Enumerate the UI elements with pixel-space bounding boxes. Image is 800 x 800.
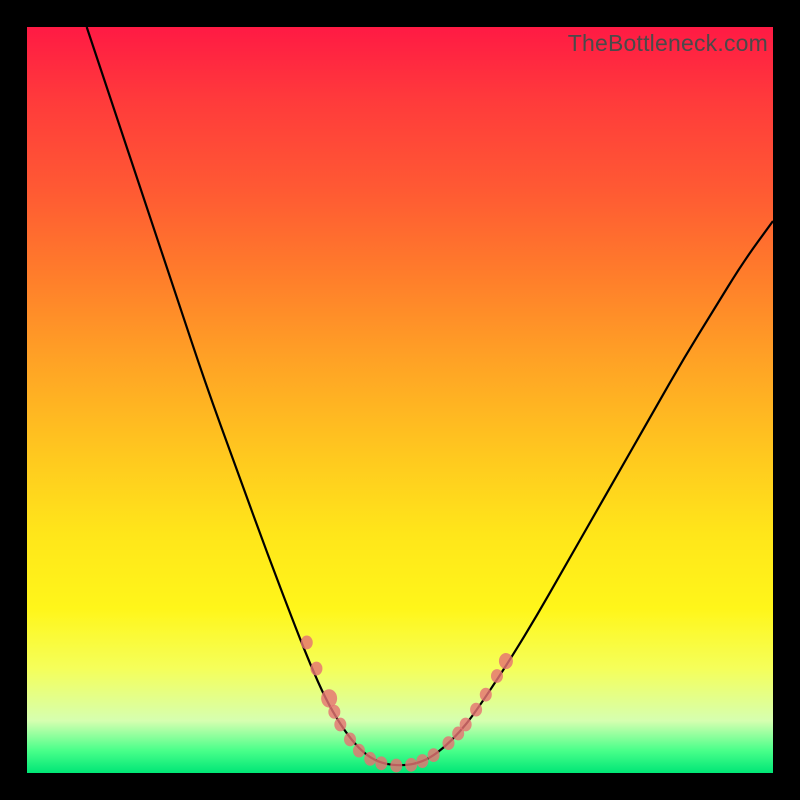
data-marker bbox=[375, 756, 387, 770]
data-marker bbox=[334, 718, 346, 732]
data-marker bbox=[460, 718, 472, 732]
data-marker bbox=[390, 759, 402, 773]
data-marker bbox=[491, 669, 503, 683]
data-marker bbox=[310, 662, 322, 676]
data-marker bbox=[405, 758, 417, 772]
data-marker bbox=[416, 754, 428, 768]
watermark-text: TheBottleneck.com bbox=[568, 30, 768, 57]
plot-area bbox=[27, 27, 773, 773]
data-marker bbox=[428, 748, 440, 762]
data-marker bbox=[442, 736, 454, 750]
data-marker bbox=[364, 752, 376, 766]
data-marker bbox=[499, 653, 513, 669]
data-marker bbox=[344, 733, 356, 747]
data-marker bbox=[470, 703, 482, 717]
data-marker bbox=[321, 689, 337, 707]
data-marker bbox=[480, 688, 492, 702]
data-marker bbox=[353, 744, 365, 758]
data-marker bbox=[301, 636, 313, 650]
bottleneck-curve bbox=[87, 27, 773, 765]
chart-container: TheBottleneck.com bbox=[0, 0, 800, 800]
chart-svg bbox=[27, 27, 773, 773]
data-marker bbox=[328, 705, 340, 719]
